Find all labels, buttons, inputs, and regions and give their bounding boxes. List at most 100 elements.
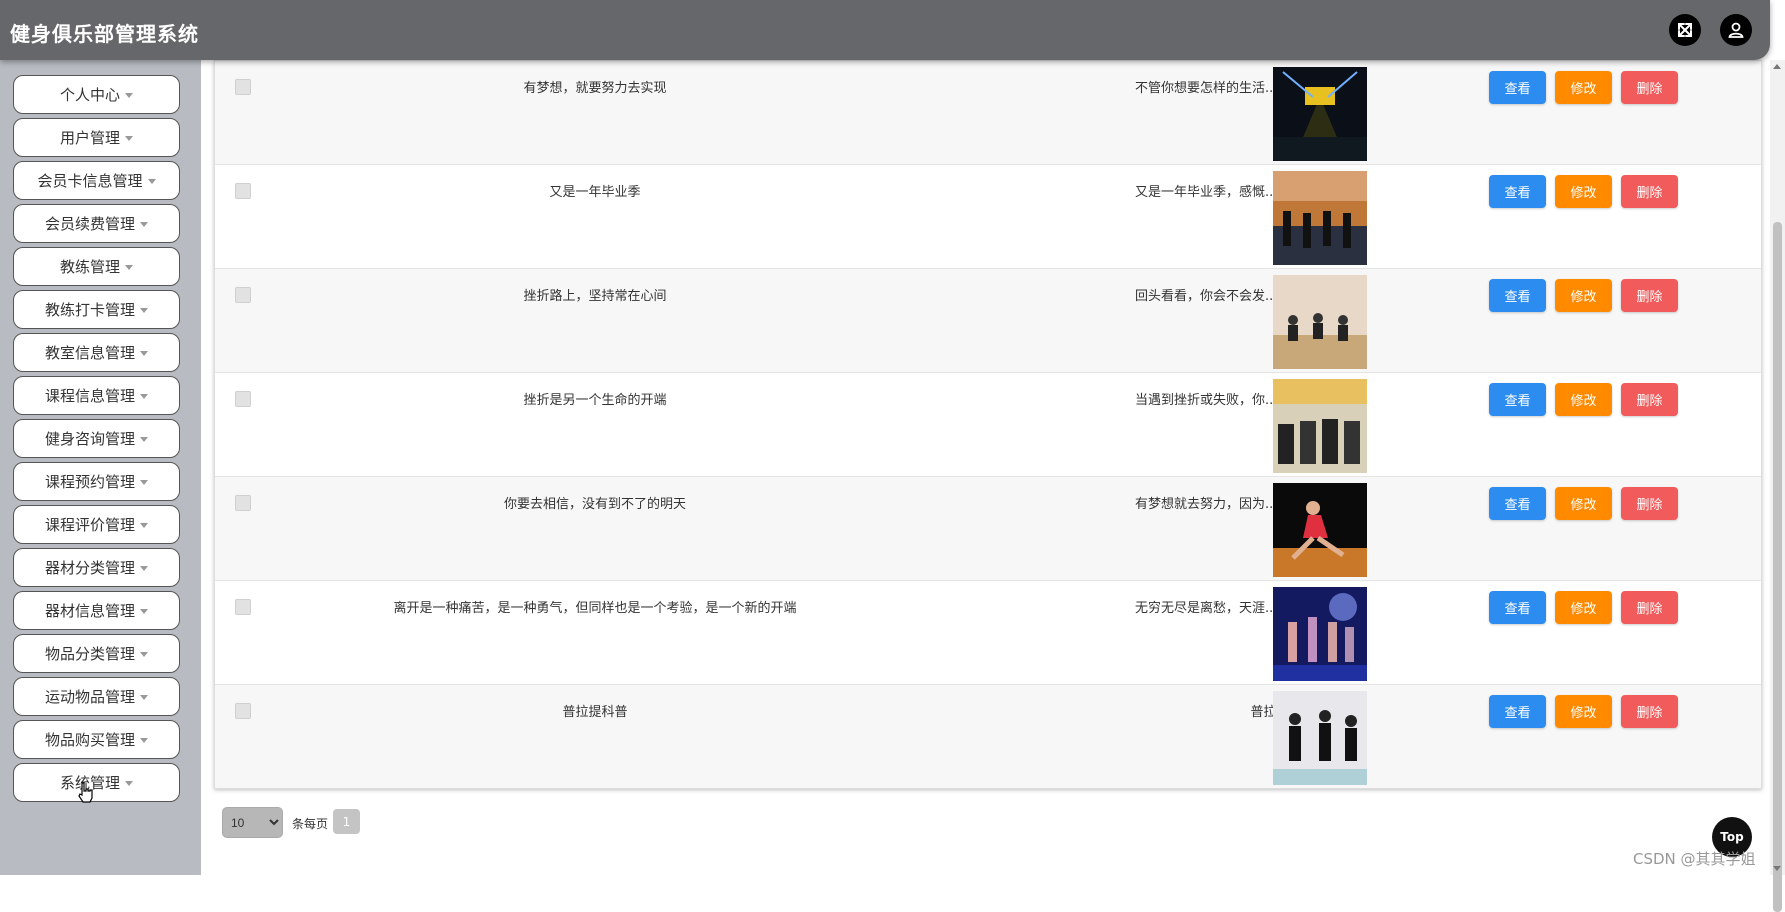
caret-down-icon [147,179,156,184]
sidebar-item-label: 教练管理 [59,258,120,276]
row-image [1273,691,1367,785]
scroll-down-arrow-icon[interactable] [1773,866,1781,871]
caret-down-icon [140,222,148,227]
delete-button[interactable]: 删除 [1621,383,1678,416]
view-button[interactable]: 查看 [1489,591,1546,624]
sidebar-item[interactable]: 物品购买管理 [13,720,180,759]
row-image [1273,67,1367,161]
sidebar-item[interactable]: 用户管理 [13,118,180,157]
sidebar-item-label: 健身咨询管理 [44,430,135,448]
row-image [1273,275,1367,369]
fullscreen-button[interactable] [1669,14,1701,46]
row-title: 你要去相信，没有到不了的明天 [503,497,686,512]
view-button[interactable]: 查看 [1489,383,1546,416]
delete-button[interactable]: 删除 [1621,487,1678,520]
row-checkbox[interactable] [235,495,251,511]
data-table: 有梦想，就要努力去实现 不管你想要怎样的生活... 查看 修改 删除 又是一年毕业季 又是一… [214,60,1762,789]
sidebar-item[interactable]: 系统管理 [13,763,180,802]
view-button[interactable]: 查看 [1489,695,1546,728]
row-title: 离开是一种痛苦，是一种勇气，但同样也是一个考验，是一个新的开端 [393,601,797,616]
view-button[interactable]: 查看 [1489,71,1546,104]
scroll-up-arrow-icon[interactable] [1773,64,1781,69]
scrollbar-thumb[interactable] [1773,222,1782,912]
caret-down-icon [140,523,148,528]
caret-down-icon [125,93,133,98]
sidebar-item[interactable]: 器材分类管理 [13,548,180,587]
row-checkbox[interactable] [235,79,251,95]
sidebar-item-label: 器材分类管理 [44,559,135,577]
user-button[interactable] [1720,14,1752,46]
delete-button[interactable]: 删除 [1621,71,1678,104]
caret-down-icon [140,609,148,614]
sidebar-item[interactable]: 课程预约管理 [13,462,180,501]
table-row: 又是一年毕业季 又是一年毕业季，感慨... 查看 修改 删除 [215,165,1761,269]
sidebar-item-label: 物品购买管理 [44,731,135,749]
caret-down-icon [140,695,148,700]
edit-button[interactable]: 修改 [1555,695,1612,728]
watermark-text: CSDN @其其学姐 [1633,850,1756,868]
sidebar-item[interactable]: 会员卡信息管理 [13,161,180,200]
sidebar-item[interactable]: 教室信息管理 [13,333,180,372]
table-row: 普拉提科普 普拉提 查看 修改 删除 [215,685,1761,788]
table-row: 挫折路上，坚持常在心间 回头看看，你会不会发... 查看 修改 删除 [215,269,1761,373]
view-button[interactable]: 查看 [1489,175,1546,208]
row-title: 挫折路上，坚持常在心间 [523,289,667,304]
delete-button[interactable]: 删除 [1621,695,1678,728]
delete-button[interactable]: 删除 [1621,591,1678,624]
caret-down-icon [140,437,148,442]
caret-down-icon [140,652,148,657]
table-row: 有梦想，就要努力去实现 不管你想要怎样的生活... 查看 修改 删除 [215,61,1761,165]
view-button[interactable]: 查看 [1489,279,1546,312]
edit-button[interactable]: 修改 [1555,71,1612,104]
top-header: 健身俱乐部管理系统 [0,0,1770,60]
sidebar-item-label: 物品分类管理 [44,645,135,663]
sidebar-item[interactable]: 课程评价管理 [13,505,180,544]
sidebar-item[interactable]: 会员续费管理 [13,204,180,243]
view-button[interactable]: 查看 [1489,487,1546,520]
app-title: 健身俱乐部管理系统 [10,22,199,46]
edit-button[interactable]: 修改 [1555,279,1612,312]
row-checkbox[interactable] [235,599,251,615]
caret-down-icon [125,781,133,786]
row-checkbox[interactable] [235,391,251,407]
delete-button[interactable]: 删除 [1621,175,1678,208]
edit-button[interactable]: 修改 [1555,487,1612,520]
sidebar-item-label: 教练打卡管理 [44,301,135,319]
sidebar-item[interactable]: 课程信息管理 [13,376,180,415]
sidebar-item-label: 教室信息管理 [44,344,135,362]
sidebar-item[interactable]: 教练打卡管理 [13,290,180,329]
edit-button[interactable]: 修改 [1555,175,1612,208]
row-title: 又是一年毕业季 [549,185,641,200]
sidebar-item-label: 个人中心 [59,86,120,104]
delete-button[interactable]: 删除 [1621,279,1678,312]
sidebar-item-label: 课程信息管理 [44,387,135,405]
hand-cursor-icon [78,782,93,803]
caret-down-icon [140,394,148,399]
sidebar-item[interactable]: 个人中心 [13,75,180,114]
edit-button[interactable]: 修改 [1555,383,1612,416]
vertical-scrollbar[interactable] [1770,60,1785,912]
sidebar-item-label: 用户管理 [59,129,120,147]
sidebar-item[interactable]: 运动物品管理 [13,677,180,716]
sidebar-item-label: 课程预约管理 [44,473,135,491]
page-number-button[interactable]: 1 [333,809,360,834]
caret-down-icon [125,265,133,270]
row-title: 有梦想，就要努力去实现 [523,81,667,96]
sidebar-item[interactable]: 健身咨询管理 [13,419,180,458]
page-size-select[interactable]: 10 [222,807,283,838]
sidebar-item[interactable]: 器材信息管理 [13,591,180,630]
row-image [1273,483,1367,577]
row-image [1273,379,1367,473]
edit-button[interactable]: 修改 [1555,591,1612,624]
sidebar-item[interactable]: 教练管理 [13,247,180,286]
sidebar-item[interactable]: 物品分类管理 [13,634,180,673]
table-row: 你要去相信，没有到不了的明天 有梦想就去努力，因为... 查看 修改 删除 [215,477,1761,581]
caret-down-icon [125,136,133,141]
row-checkbox[interactable] [235,183,251,199]
sidebar-item-label: 会员卡信息管理 [37,172,143,190]
row-checkbox[interactable] [235,703,251,719]
caret-down-icon [140,738,148,743]
caret-down-icon [140,480,148,485]
table-row: 挫折是另一个生命的开端 当遇到挫折或失败，你... 查看 修改 删除 [215,373,1761,477]
row-checkbox[interactable] [235,287,251,303]
